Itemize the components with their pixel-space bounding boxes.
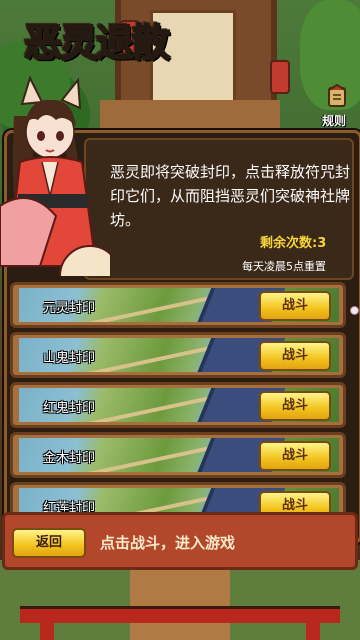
scroll-icon (328, 84, 346, 107)
stage-row: 元灵封印 战斗 (10, 282, 346, 328)
remaining-count: 剩余次数:3 (260, 236, 327, 251)
stage-list[interactable]: 元灵封印 战斗 山鬼封印 战斗 红鬼封印 战斗 金木封印 战斗 红莲封印 战斗 (8, 278, 352, 512)
torii-gate-beam (20, 606, 340, 623)
lantern-icon (270, 60, 290, 94)
rules-label: 规则 (322, 114, 347, 128)
stage-row: 金木封印 战斗 (10, 432, 346, 478)
reset-note: 每天凌晨5点重置 (242, 260, 326, 273)
torii-gate-post (40, 614, 54, 640)
stage-row: 山鬼封印 战斗 (10, 332, 346, 378)
stage-row: 红鬼封印 战斗 (10, 382, 346, 428)
stage-name: 红莲封印 (43, 501, 96, 512)
fight-button[interactable]: 战斗 (259, 391, 331, 421)
back-button[interactable]: 返回 (12, 528, 86, 558)
stage-row: 红莲封印 战斗 (10, 482, 346, 512)
wooden-path (130, 565, 230, 640)
bottom-hint: 点击战斗，进入游戏 (100, 534, 236, 552)
fox-girl-character (0, 76, 110, 276)
game-title: 恶灵退散 (23, 19, 171, 66)
stage-name: 红鬼封印 (43, 401, 96, 416)
stage-name: 元灵封印 (43, 301, 96, 316)
stage-name: 山鬼封印 (43, 351, 96, 366)
fight-button[interactable]: 战斗 (259, 291, 331, 321)
fight-button[interactable]: 战斗 (259, 491, 331, 512)
fight-button[interactable]: 战斗 (259, 441, 331, 471)
game-logo: 恶灵退散 (23, 12, 171, 66)
fight-button[interactable]: 战斗 (259, 341, 331, 371)
info-description: 恶灵即将突破封印，点击释放符咒封印它们，从而阻挡恶灵们突破神社牌坊。 (110, 163, 351, 229)
shrine-steps (100, 100, 280, 130)
scroll-indicator (350, 306, 359, 315)
torii-gate-post (306, 614, 320, 640)
stage-name: 金木封印 (43, 451, 96, 466)
rules-button[interactable]: 规则 (316, 84, 356, 130)
